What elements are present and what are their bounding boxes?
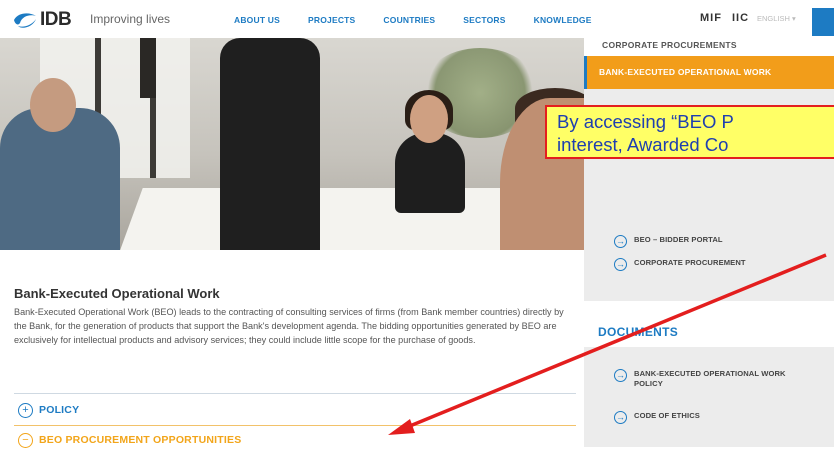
- minus-circle-icon: −: [18, 432, 33, 448]
- hero-lamp: [140, 38, 156, 98]
- documents-heading-text: DOCUMENTS: [598, 325, 679, 339]
- search-button[interactable]: [812, 8, 834, 36]
- logo-text: IDB: [40, 9, 72, 30]
- hero-person-left-head: [30, 78, 76, 132]
- divider: [14, 393, 576, 394]
- main-nav: ABOUT US PROJECTS COUNTRIES SECTORS KNOW…: [234, 15, 620, 25]
- doc-beo-policy[interactable]: → BANK-EXECUTED OPERATIONAL WORK POLICY: [614, 369, 804, 389]
- arrow-right-circle-icon: →: [614, 411, 627, 424]
- sidebar: CORPORATE PROCUREMENTS BANK-EXECUTED OPE…: [584, 38, 834, 447]
- mif-link[interactable]: MIF: [700, 12, 722, 24]
- documents-panel: → BANK-EXECUTED OPERATIONAL WORK POLICY …: [584, 347, 834, 447]
- documents-heading: DOCUMENTS: [584, 321, 834, 347]
- nav-about-us[interactable]: ABOUT US: [234, 15, 280, 25]
- nav-knowledge[interactable]: KNOWLEDGE: [534, 15, 592, 25]
- hero-photo: [0, 38, 584, 250]
- sidebar-item-bank-executed-operational-work[interactable]: BANK-EXECUTED OPERATIONAL WORK: [584, 56, 834, 89]
- hero-woman-face: [410, 95, 448, 143]
- tagline: Improving lives: [90, 12, 171, 26]
- link-label: BANK-EXECUTED OPERATIONAL WORK POLICY: [634, 369, 786, 388]
- accordion-policy[interactable]: + POLICY: [14, 397, 576, 423]
- accordion-label: POLICY: [39, 404, 80, 416]
- top-navigation-bar: IDB Improving lives ABOUT US PROJECTS CO…: [0, 0, 834, 39]
- callout-line-2: interest, Awarded Co: [557, 134, 729, 155]
- hero-table: [117, 188, 563, 250]
- accordion-beo-procurement-opportunities[interactable]: − BEO PROCUREMENT OPPORTUNITIES: [14, 427, 576, 453]
- annotation-callout: By accessing “BEO P interest, Awarded Co: [545, 105, 834, 159]
- iic-link[interactable]: IIC: [732, 12, 749, 24]
- nav-countries[interactable]: COUNTRIES: [383, 15, 435, 25]
- sidebar-item-corporate-procurements[interactable]: CORPORATE PROCUREMENTS: [602, 40, 737, 50]
- hero-woman: [395, 133, 465, 213]
- nav-projects[interactable]: PROJECTS: [308, 15, 355, 25]
- sidebar-gap: [584, 301, 834, 321]
- arrow-right-circle-icon: →: [614, 258, 627, 271]
- nav-sectors[interactable]: SECTORS: [463, 15, 505, 25]
- divider: [14, 425, 576, 426]
- link-label: CODE OF ETHICS: [634, 411, 700, 420]
- plus-circle-icon: +: [18, 402, 33, 418]
- sidebar-top: CORPORATE PROCUREMENTS: [584, 38, 834, 56]
- link-corporate-procurement[interactable]: → CORPORATE PROCUREMENT: [614, 258, 746, 271]
- callout-line-1: By accessing “BEO P: [557, 111, 734, 132]
- hero-person-foreground: [220, 38, 320, 250]
- link-label: BEO – BIDDER PORTAL: [634, 235, 723, 244]
- page-title: Bank-Executed Operational Work: [14, 286, 220, 301]
- idb-logo[interactable]: IDB: [12, 9, 72, 31]
- language-selector[interactable]: ENGLISH ▾: [757, 14, 796, 23]
- arrow-right-circle-icon: →: [614, 369, 627, 382]
- sidebar-item-label: BANK-EXECUTED OPERATIONAL WORK: [599, 67, 772, 77]
- link-beo-bidder-portal[interactable]: → BEO – BIDDER PORTAL: [614, 235, 723, 248]
- accordion-label: BEO PROCUREMENT OPPORTUNITIES: [39, 434, 242, 446]
- article-body: Bank-Executed Operational Work (BEO) lea…: [14, 307, 564, 345]
- arrow-right-circle-icon: →: [614, 235, 627, 248]
- link-label: CORPORATE PROCUREMENT: [634, 258, 746, 267]
- idb-logo-icon: [14, 13, 36, 28]
- doc-code-of-ethics[interactable]: → CODE OF ETHICS: [614, 411, 700, 424]
